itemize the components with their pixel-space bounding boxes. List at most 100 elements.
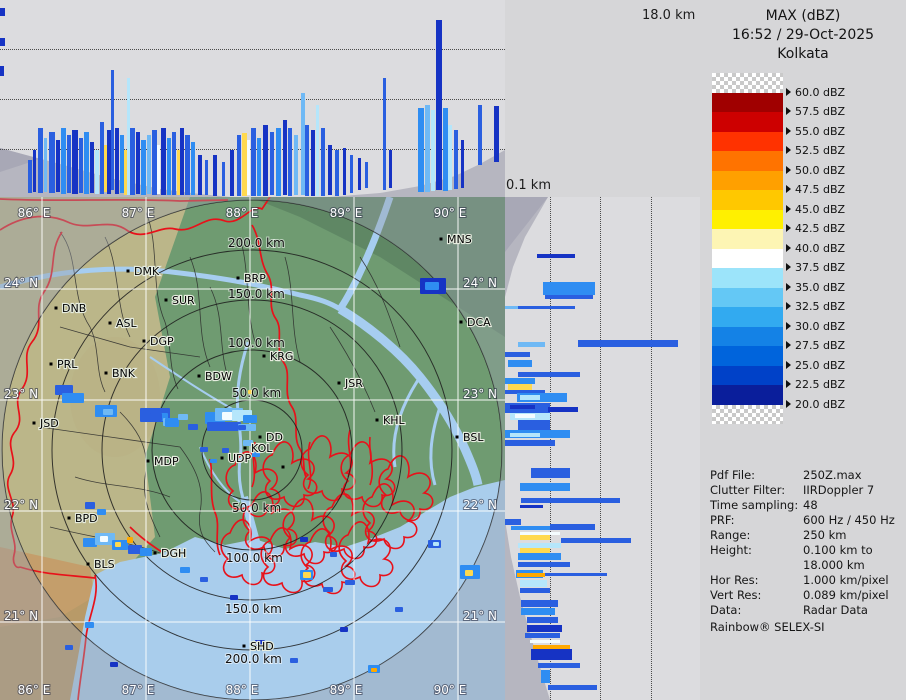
city-label-dmk: DMK (134, 265, 160, 278)
scale-band (712, 248, 783, 268)
scale-band (712, 92, 783, 112)
echo-bar (418, 108, 424, 192)
echo-bar (515, 414, 535, 418)
svg-text:90° E: 90° E (434, 206, 467, 220)
svg-text:22° N: 22° N (463, 498, 497, 512)
echo-bar (521, 600, 558, 607)
scale-band (712, 385, 783, 405)
echo-bar (111, 70, 114, 190)
scale-band (712, 287, 783, 307)
info-label: Hor Res: (710, 573, 759, 587)
svg-text:89° E: 89° E (330, 206, 363, 220)
echo-bar (311, 130, 315, 196)
city-label-kol: KOL (251, 442, 273, 455)
city-label-shd: SHD (250, 640, 274, 653)
echo-bar (44, 138, 47, 192)
city-label-bsl: BSL (463, 431, 484, 444)
city-label-dgp: DGP (150, 335, 174, 348)
scale-tick: 30.0 dBZ (786, 320, 845, 333)
scale-band (712, 326, 783, 346)
right-height-profile-panel (505, 197, 700, 700)
echo-bar (454, 130, 458, 189)
echo-bar (520, 580, 547, 587)
echo-bar (545, 295, 593, 299)
radar-map: 200.0 km 150.0 km 100.0 km 50.0 km 50.0 km 10… (0, 195, 505, 700)
city-label-mns: MNS (447, 233, 472, 246)
svg-text:22° N: 22° N (4, 498, 38, 512)
svg-text:23° N: 23° N (4, 387, 38, 401)
city-label-bls: BLS (94, 558, 115, 571)
echo-bar (461, 140, 464, 188)
range-ring-label: 50.0 km (232, 386, 281, 400)
echo-bar (33, 150, 36, 192)
info-label: Time sampling: (710, 498, 799, 512)
echo-bar (383, 78, 386, 190)
scale-band (712, 365, 783, 385)
range-ring-label: 50.0 km (232, 501, 281, 515)
echo-bar (72, 130, 78, 194)
echo-bar (478, 105, 482, 165)
echo-bar (520, 505, 543, 508)
city-label-dnb: DNB (62, 302, 86, 315)
radar-application-window: 18.0 km 0.1 km 200.0 km 150.0 km 100.0 k… (0, 0, 906, 700)
echo-bar (518, 342, 545, 347)
scale-band (712, 131, 783, 151)
echo-bar (115, 128, 119, 194)
echo-bar (167, 138, 171, 195)
echo-bar (84, 132, 89, 194)
tick-arrow-icon (786, 87, 791, 96)
scale-tick: 55.0 dBZ (786, 125, 845, 138)
echo-bar (505, 519, 521, 525)
scale-tick: 52.5 dBZ (786, 144, 845, 157)
svg-text:23° N: 23° N (463, 387, 497, 401)
info-value: 1.000 km/pixel (803, 573, 889, 587)
echo-bar (505, 306, 518, 309)
scale-tick: 60.0 dBZ (786, 86, 845, 99)
echo-bar (257, 138, 261, 196)
echo-bar (247, 140, 250, 195)
echo-bar (541, 670, 550, 683)
echo-bar (90, 142, 94, 193)
range-ring-label: 100.0 km (226, 551, 283, 565)
info-value: 0.100 km to (803, 543, 873, 557)
tick-arrow-icon (786, 360, 791, 369)
echo-bar (283, 120, 287, 195)
echo-bar (425, 105, 430, 192)
scale-tick: 42.5 dBZ (786, 222, 845, 235)
city-label-jsr: JSR (344, 377, 363, 390)
scale-tick: 40.0 dBZ (786, 242, 845, 255)
scale-tick: 37.5 dBZ (786, 261, 845, 274)
echo-bar (198, 155, 202, 195)
tick-arrow-icon (786, 146, 791, 154)
echo-bar (222, 162, 225, 196)
height-axis-min-label: 0.1 km (506, 178, 551, 193)
scale-band (712, 190, 783, 210)
scale-tick: 35.0 dBZ (786, 281, 845, 294)
svg-text:87° E: 87° E (122, 683, 155, 697)
info-label: Height: (710, 543, 752, 557)
echo-bar (136, 132, 140, 194)
echo-bar (130, 128, 135, 195)
echo-bar (389, 150, 392, 188)
scale-tick: 27.5 dBZ (786, 339, 845, 352)
echo-bar (505, 352, 530, 357)
echo-bar (520, 483, 570, 491)
range-ring-label: 200.0 km (228, 236, 285, 250)
scale-band (712, 229, 783, 249)
tick-arrow-icon (786, 321, 791, 330)
tick-arrow-icon (786, 224, 791, 232)
echo-bar (505, 440, 555, 446)
echo-bar (525, 633, 560, 638)
scale-band (712, 346, 783, 366)
svg-text:21° N: 21° N (463, 609, 497, 623)
city-label-brp: BRP (244, 272, 266, 285)
city-label-dgh: DGH (161, 547, 186, 560)
echo-bar (335, 150, 339, 196)
svg-text:90° E: 90° E (434, 683, 467, 697)
svg-text:87° E: 87° E (122, 206, 155, 220)
echo-bar (520, 535, 550, 540)
range-ring-label: 150.0 km (225, 602, 282, 616)
info-label: Vert Res: (710, 588, 762, 602)
echo-bar (305, 125, 309, 196)
city-label-mdp: MDP (154, 455, 179, 468)
